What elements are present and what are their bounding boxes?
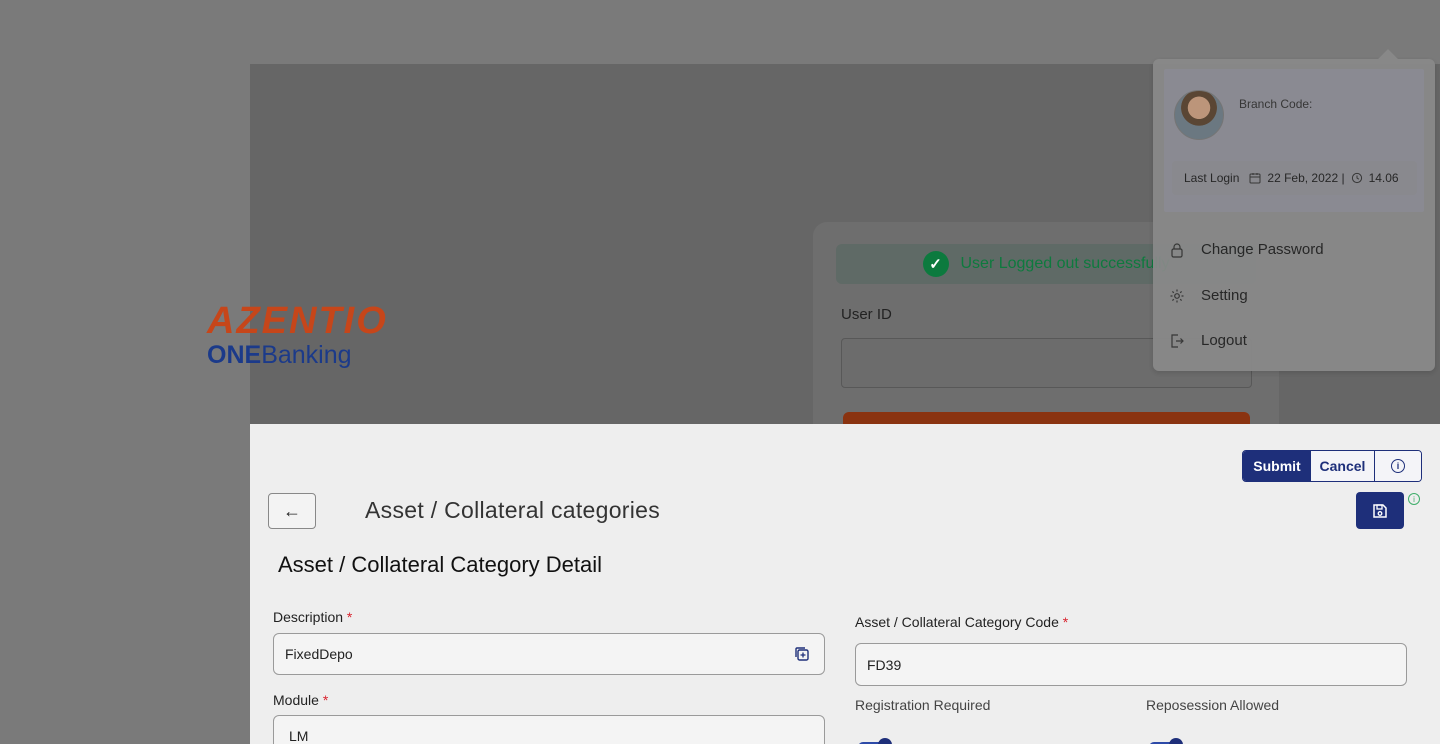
description-label-text: Description — [273, 609, 344, 625]
info-button[interactable]: i — [1375, 451, 1421, 481]
save-icon — [1373, 503, 1387, 518]
menu-item-setting[interactable]: Setting — [1169, 287, 1248, 304]
repossession-allowed-label: Reposession Allowed — [1146, 697, 1280, 713]
menu-label-logout: Logout — [1201, 332, 1247, 349]
menu-label-change-password: Change Password — [1201, 241, 1324, 258]
arrow-left-icon: ← — [283, 500, 301, 521]
required-mark: * — [346, 609, 353, 625]
lock-icon — [1171, 242, 1183, 258]
menu-label-setting: Setting — [1201, 287, 1248, 304]
overlay-left — [0, 64, 250, 744]
calendar-icon — [1249, 173, 1261, 184]
info-icon: i — [1391, 459, 1405, 473]
category-code-input[interactable]: FD39 — [855, 643, 1407, 686]
category-code-label-text: Asset / Collateral Category Code — [855, 614, 1059, 630]
save-button[interactable] — [1356, 492, 1404, 529]
page-title: Asset / Collateral categories — [365, 497, 661, 523]
gear-icon — [1170, 289, 1184, 302]
status-info-icon: i — [1408, 493, 1420, 505]
submit-button[interactable]: Submit — [1243, 451, 1311, 481]
avatar — [1174, 90, 1224, 140]
clock-icon — [1351, 172, 1362, 184]
profile-header: Branch Code: Last Login 22 Feb, 2022 | 1… — [1164, 69, 1424, 212]
last-login-date: 22 Feb, 2022 | — [1267, 171, 1345, 185]
userid-label: User ID — [841, 306, 892, 323]
section-title: Asset / Collateral Category Detail — [278, 552, 603, 577]
menu-item-change-password[interactable]: Change Password — [1169, 241, 1324, 258]
cancel-button[interactable]: Cancel — [1311, 451, 1375, 481]
back-button[interactable]: ← — [268, 493, 316, 529]
description-label: Description * — [273, 609, 352, 625]
category-code-label: Asset / Collateral Category Code * — [855, 614, 1068, 630]
description-input[interactable]: FixedDepo — [273, 633, 825, 675]
action-button-group: Submit Cancel i — [1242, 450, 1422, 482]
last-login-time: 14.06 — [1368, 171, 1399, 185]
description-value: FixedDepo — [285, 646, 353, 662]
branch-code-label: Branch Code: — [1239, 97, 1313, 111]
module-label-text: Module — [273, 692, 319, 708]
module-select[interactable]: LM — [273, 715, 825, 744]
required-mark: * — [322, 692, 329, 708]
brand-subtitle: ONEBanking — [207, 341, 388, 370]
login-button[interactable] — [843, 412, 1250, 424]
copy-icon[interactable] — [794, 646, 810, 662]
registration-required-label: Registration Required — [855, 697, 991, 713]
module-label: Module * — [273, 692, 328, 708]
azentio-logo: AZENTIO ONEBanking — [207, 300, 388, 370]
check-icon: ✓ — [922, 251, 949, 277]
brand-banking: Banking — [261, 341, 352, 369]
module-value: LM — [289, 728, 309, 744]
last-login-info: Last Login 22 Feb, 2022 | 14.06 — [1172, 161, 1417, 195]
category-code-value: FD39 — [867, 656, 902, 673]
toast-message: User Logged out successfully — [960, 255, 1170, 272]
brand-one: ONE — [207, 341, 262, 369]
required-mark: * — [1062, 614, 1069, 630]
brand-name: AZENTIO — [207, 300, 388, 342]
overlay-top — [0, 0, 1440, 64]
profile-dropdown: Branch Code: Last Login 22 Feb, 2022 | 1… — [1153, 49, 1435, 371]
last-login-label: Last Login — [1184, 171, 1240, 185]
logout-icon — [1171, 333, 1184, 348]
menu-item-logout[interactable]: Logout — [1169, 332, 1247, 349]
